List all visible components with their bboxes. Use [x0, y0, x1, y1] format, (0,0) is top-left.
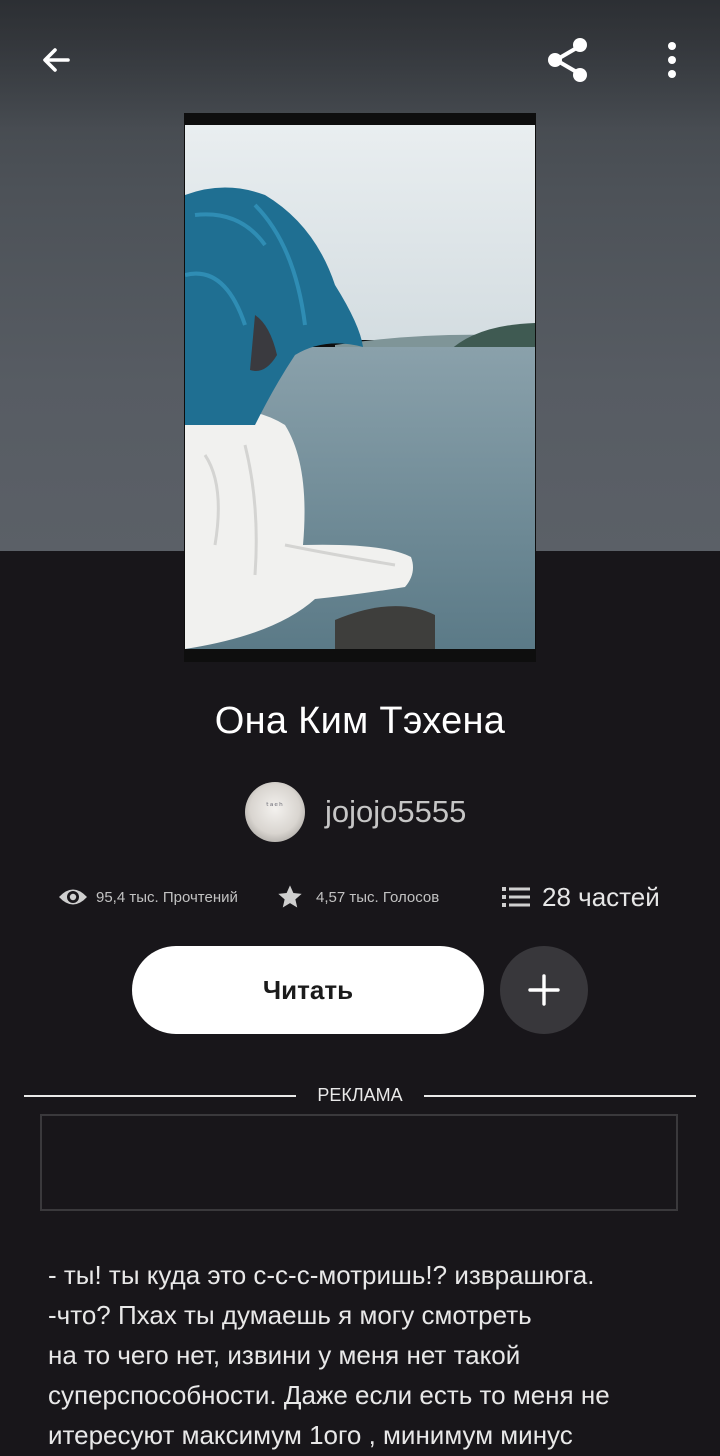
- description-line: на то чего нет, извини у меня нет такой: [48, 1340, 521, 1370]
- plus-icon: [528, 974, 560, 1006]
- votes-stat: 4,57 тыс. Голосов: [276, 872, 439, 922]
- add-to-library-button[interactable]: [500, 946, 588, 1034]
- author-avatar[interactable]: ᵗᵃᵉʰ: [245, 782, 305, 842]
- star-icon: [278, 885, 302, 908]
- book-cover[interactable]: [184, 113, 536, 662]
- cover-image: [185, 125, 535, 649]
- ad-divider-right: [424, 1095, 696, 1097]
- more-options-button[interactable]: [650, 32, 694, 88]
- list-icon: [502, 887, 530, 907]
- more-vertical-icon: [668, 42, 676, 78]
- ad-banner[interactable]: [40, 1114, 678, 1211]
- read-button[interactable]: Читать: [132, 946, 484, 1034]
- author-link[interactable]: ᵗᵃᵉʰ jojojo5555: [245, 781, 466, 843]
- arrow-left-icon: [43, 48, 70, 72]
- share-button[interactable]: [538, 30, 598, 90]
- author-name[interactable]: jojojo5555: [325, 794, 466, 830]
- votes-count: 4,57 тыс. Голосов: [316, 888, 440, 906]
- eye-icon: [59, 889, 87, 905]
- description-line: -что? Пхах ты думаешь я могу смотреть: [48, 1300, 532, 1330]
- book-stats: 95,4 тыс. Прочтений 4,57 тыс. Голосов 28…: [0, 872, 720, 922]
- ad-divider-left: [24, 1095, 296, 1097]
- parts-stat[interactable]: 28 частей: [502, 872, 660, 922]
- book-title: Она Ким Тэхена: [214, 700, 506, 742]
- book-description: - ты! ты куда это с-с-с-мотришь!? извраш…: [48, 1255, 688, 1455]
- back-button[interactable]: [28, 32, 84, 88]
- reads-stat: 95,4 тыс. Прочтений: [58, 872, 238, 922]
- parts-count[interactable]: 28 частей: [542, 882, 660, 913]
- ad-label: РЕКЛАМА: [317, 1085, 403, 1105]
- avatar-text: ᵗᵃᵉʰ: [266, 802, 284, 812]
- description-line: - ты! ты куда это с-с-с-мотришь!? извраш…: [48, 1260, 595, 1290]
- description-line: суперспособности. Даже если есть то меня…: [48, 1380, 610, 1410]
- description-line: итересуют максимум 1ого , минимум минус: [48, 1420, 573, 1450]
- reads-count: 95,4 тыс. Прочтений: [96, 888, 238, 906]
- share-icon: [548, 38, 587, 82]
